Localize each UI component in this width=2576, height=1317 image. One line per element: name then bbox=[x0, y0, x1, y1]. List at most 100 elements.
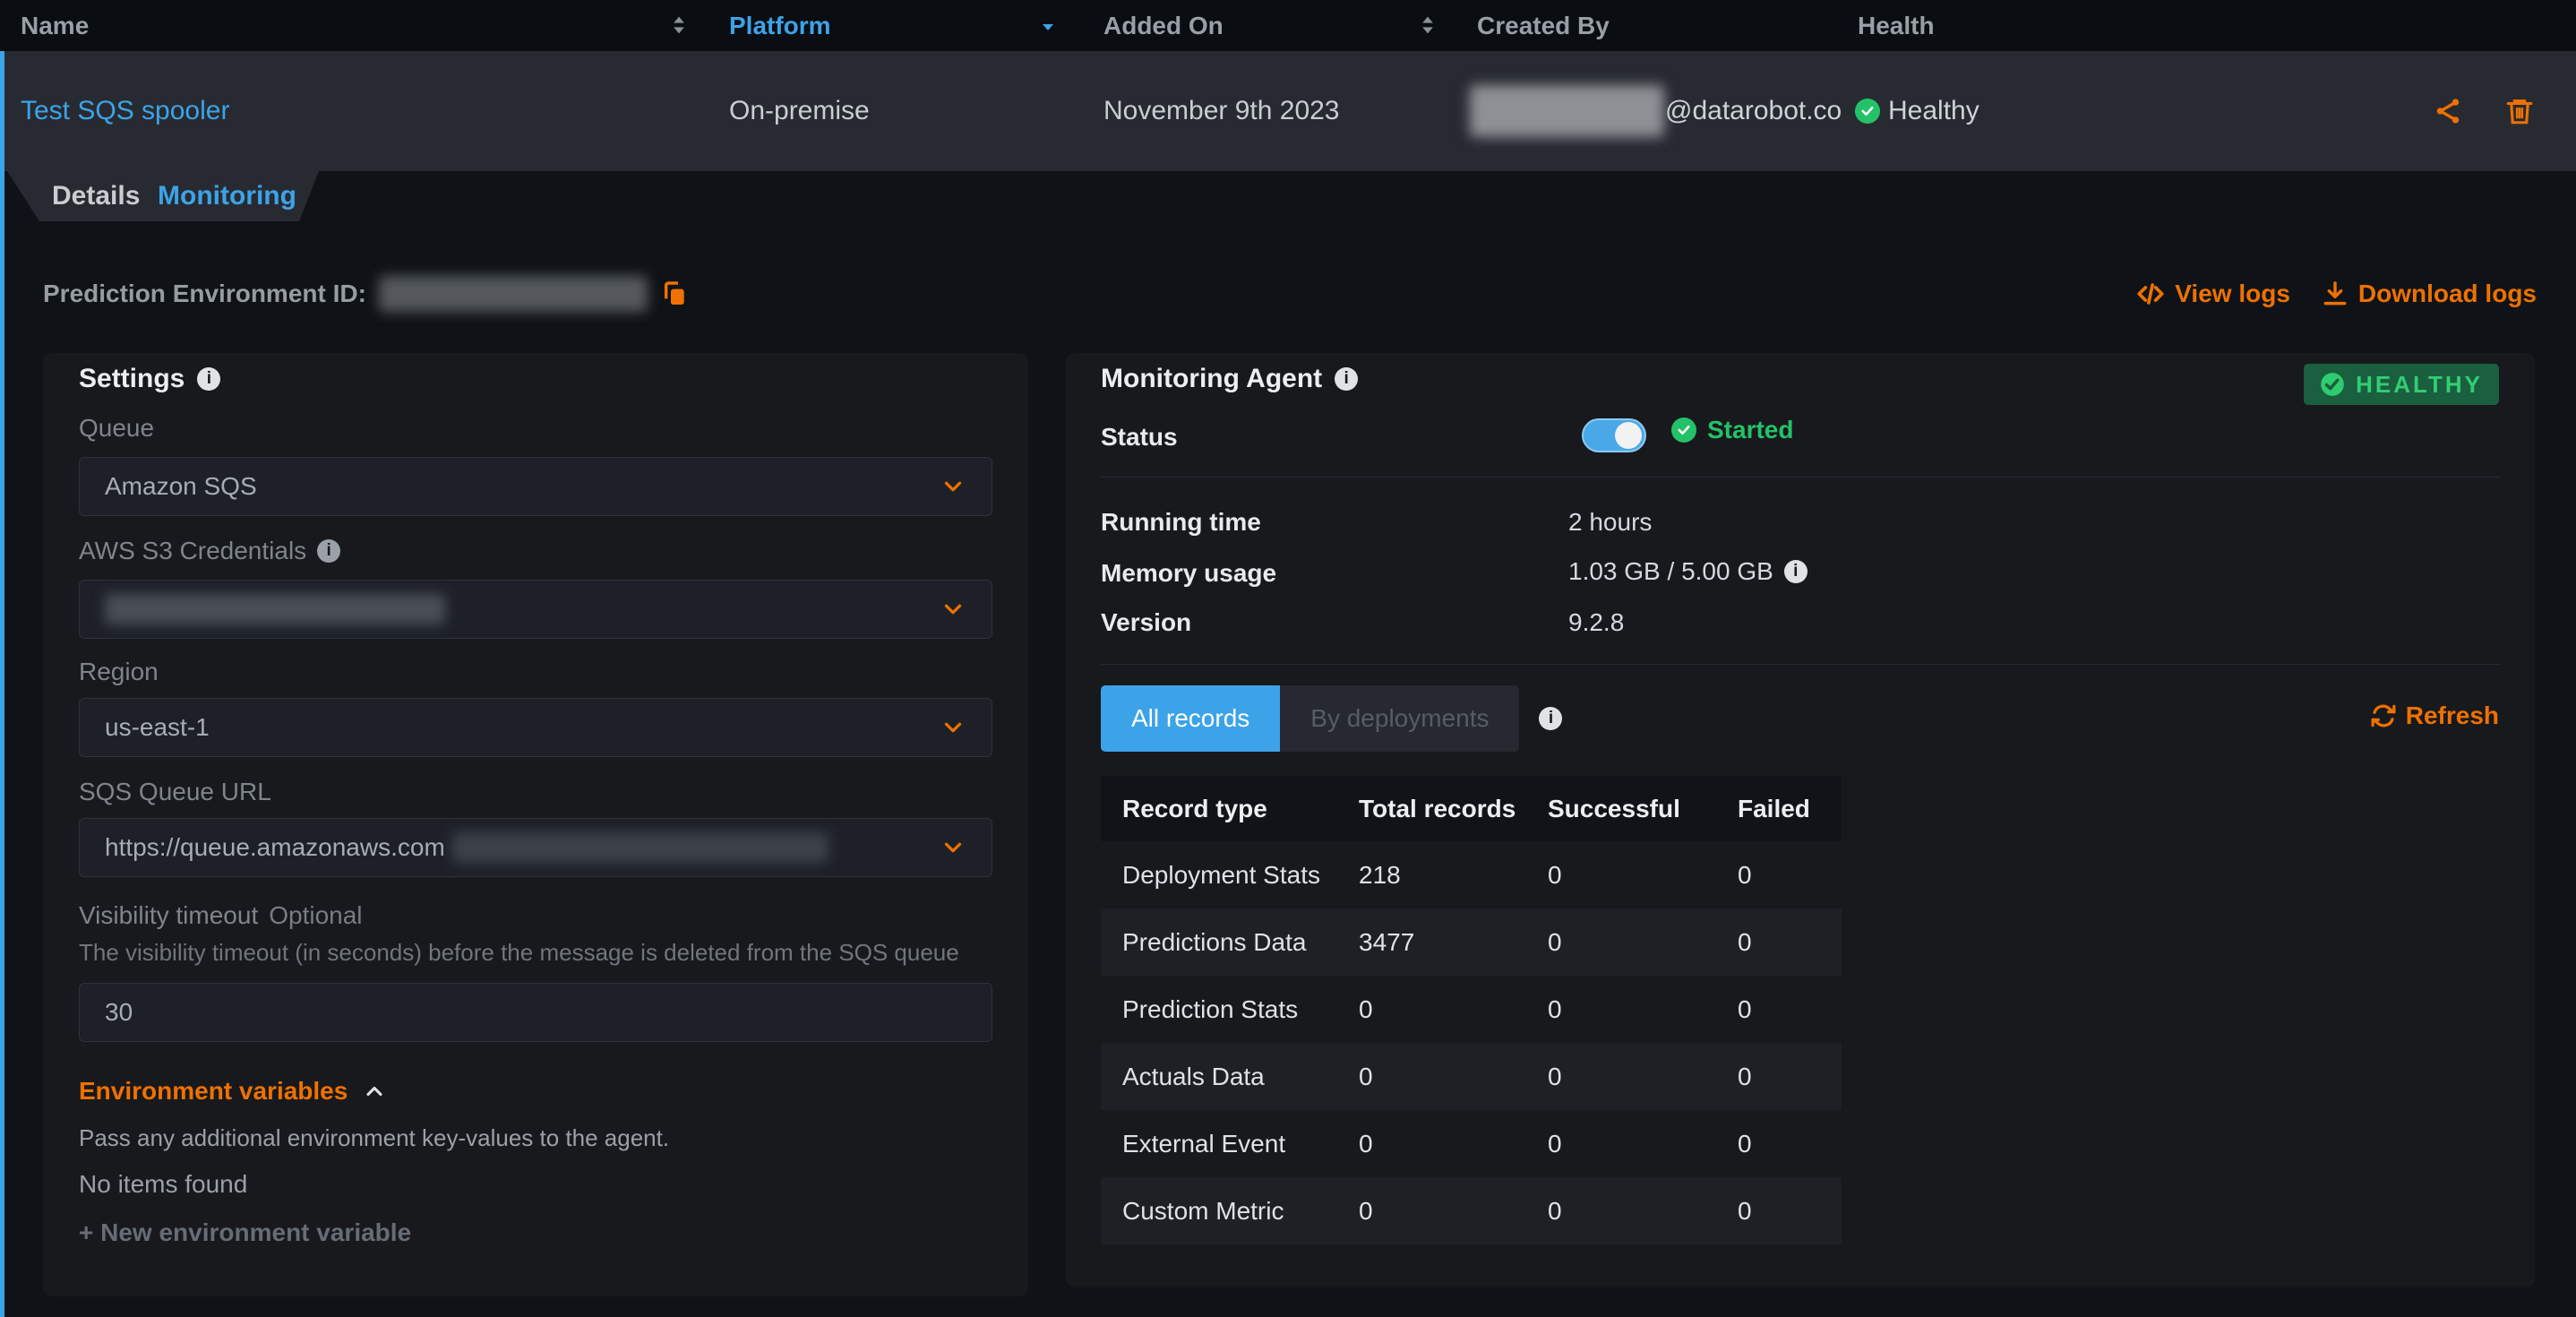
records-view-tabs: All records By deployments i bbox=[1101, 685, 1562, 752]
table-row: External Event 0 0 0 bbox=[1101, 1110, 1842, 1177]
column-platform-label: Platform bbox=[729, 12, 831, 40]
cell-successful: 0 bbox=[1548, 1063, 1738, 1091]
column-created-by-label: Created By bbox=[1477, 12, 1610, 40]
created-by-redacted-blob bbox=[1470, 85, 1664, 137]
divider bbox=[1101, 664, 2500, 665]
col-failed: Failed bbox=[1738, 795, 1842, 823]
download-logs-label: Download logs bbox=[2358, 280, 2537, 308]
optional-suffix: Optional bbox=[269, 901, 362, 930]
sqs-queue-url-label: SQS Queue URL bbox=[79, 778, 271, 806]
column-header-created-by: Created By bbox=[1477, 0, 1610, 51]
sort-direction-icon[interactable] bbox=[1037, 16, 1059, 38]
region-select[interactable]: us-east-1 bbox=[79, 698, 992, 757]
chevron-down-icon bbox=[940, 473, 966, 500]
monitoring-agent-panel: Monitoring Agent i HEALTHY Status Starte… bbox=[1066, 353, 2535, 1287]
cell-failed: 0 bbox=[1738, 1063, 1842, 1091]
sort-icon[interactable] bbox=[1415, 13, 1440, 38]
tab-details[interactable]: Details bbox=[52, 171, 140, 221]
memory-usage-label: Memory usage bbox=[1101, 559, 1276, 588]
download-icon bbox=[2321, 280, 2349, 308]
credentials-label: AWS S3 Credentials i bbox=[79, 537, 340, 565]
credentials-select[interactable] bbox=[79, 580, 992, 639]
info-icon[interactable]: i bbox=[1784, 560, 1807, 583]
trash-icon[interactable] bbox=[2504, 96, 2535, 126]
cell-failed: 0 bbox=[1738, 928, 1842, 957]
running-time-value: 2 hours bbox=[1568, 508, 1652, 537]
table-row: Custom Metric 0 0 0 bbox=[1101, 1177, 1842, 1244]
cell-record-type: Custom Metric bbox=[1122, 1197, 1359, 1226]
column-header-name[interactable]: Name bbox=[21, 0, 89, 51]
sqs-queue-url-select[interactable]: https://queue.amazonaws.com bbox=[79, 818, 992, 877]
check-circle-icon bbox=[2320, 372, 2345, 397]
chevron-down-icon bbox=[940, 596, 966, 623]
tab-all-records[interactable]: All records bbox=[1101, 685, 1280, 752]
refresh-icon bbox=[2370, 702, 2397, 729]
cell-record-type: External Event bbox=[1122, 1130, 1359, 1158]
sqs-queue-url-redacted-blob bbox=[452, 832, 829, 863]
divider bbox=[1101, 477, 2500, 478]
prediction-environment-row[interactable]: Test SQS spooler On-premise November 9th… bbox=[0, 51, 2576, 171]
environment-variables-toggle[interactable]: Environment variables bbox=[79, 1077, 387, 1106]
status-started: Started bbox=[1671, 416, 1793, 444]
visibility-timeout-label: Visibility timeout Optional bbox=[79, 901, 363, 930]
environment-variables-empty: No items found bbox=[79, 1170, 247, 1199]
cell-failed: 0 bbox=[1738, 995, 1842, 1024]
healthy-status-badge: HEALTHY bbox=[2304, 364, 2499, 405]
chevron-up-icon bbox=[362, 1079, 387, 1104]
records-table-header: Record type Total records Successful Fai… bbox=[1101, 776, 1842, 841]
agent-status-toggle[interactable] bbox=[1582, 418, 1646, 452]
chevron-down-icon bbox=[940, 834, 966, 861]
region-value: us-east-1 bbox=[105, 713, 210, 742]
status-label: Status bbox=[1101, 423, 1178, 452]
environment-name-link[interactable]: Test SQS spooler bbox=[21, 51, 229, 171]
detail-tabs: Details Monitoring bbox=[0, 171, 326, 221]
view-logs-button[interactable]: View logs bbox=[2135, 279, 2290, 309]
queue-select[interactable]: Amazon SQS bbox=[79, 457, 992, 516]
created-by-domain: @datarobot.co bbox=[1665, 51, 1842, 171]
memory-usage-text: 1.03 GB / 5.00 GB bbox=[1568, 557, 1773, 586]
cell-total: 0 bbox=[1359, 995, 1548, 1024]
share-icon[interactable] bbox=[2433, 96, 2463, 126]
copy-icon[interactable] bbox=[660, 280, 689, 308]
cell-successful: 0 bbox=[1548, 995, 1738, 1024]
info-icon[interactable]: i bbox=[197, 367, 220, 391]
cell-total: 0 bbox=[1359, 1197, 1548, 1226]
memory-usage-value: 1.03 GB / 5.00 GB i bbox=[1568, 557, 1807, 586]
selected-row-indicator bbox=[0, 51, 4, 1317]
sort-icon[interactable] bbox=[666, 13, 691, 38]
refresh-label: Refresh bbox=[2406, 702, 2499, 730]
col-successful: Successful bbox=[1548, 795, 1738, 823]
region-label: Region bbox=[79, 658, 159, 686]
healthy-badge-label: HEALTHY bbox=[2356, 371, 2483, 399]
tab-by-deployments[interactable]: By deployments bbox=[1280, 685, 1519, 752]
column-header-health: Health bbox=[1858, 0, 1935, 51]
cell-record-type: Prediction Stats bbox=[1122, 995, 1359, 1024]
chevron-down-icon bbox=[940, 714, 966, 741]
refresh-button[interactable]: Refresh bbox=[2370, 702, 2499, 730]
table-row: Predictions Data 3477 0 0 bbox=[1101, 908, 1842, 976]
info-icon[interactable]: i bbox=[1335, 367, 1358, 391]
cell-total: 3477 bbox=[1359, 928, 1548, 957]
monitoring-agent-title: Monitoring Agent bbox=[1101, 364, 1322, 394]
version-label: Version bbox=[1101, 608, 1191, 637]
records-table: Record type Total records Successful Fai… bbox=[1101, 776, 1842, 1244]
visibility-timeout-input[interactable] bbox=[79, 983, 992, 1042]
cell-record-type: Deployment Stats bbox=[1122, 861, 1359, 890]
col-record-type: Record type bbox=[1122, 795, 1359, 823]
column-header-platform[interactable]: Platform bbox=[729, 0, 831, 51]
info-icon[interactable]: i bbox=[1539, 707, 1562, 730]
platform-value: On-premise bbox=[729, 51, 870, 171]
info-icon[interactable]: i bbox=[317, 539, 340, 563]
settings-panel: Settings i Queue Amazon SQS AWS S3 Crede… bbox=[43, 353, 1028, 1296]
tab-monitoring[interactable]: Monitoring bbox=[158, 171, 296, 221]
list-header: Name Platform Added On Created By Health bbox=[0, 0, 2576, 51]
column-added-on-label: Added On bbox=[1103, 12, 1224, 40]
download-logs-button[interactable]: Download logs bbox=[2321, 280, 2537, 308]
running-time-label: Running time bbox=[1101, 508, 1261, 537]
cell-total: 218 bbox=[1359, 861, 1548, 890]
code-icon bbox=[2135, 279, 2166, 309]
column-header-added-on[interactable]: Added On bbox=[1103, 0, 1224, 51]
settings-title: Settings bbox=[79, 364, 185, 394]
new-environment-variable-button[interactable]: + New environment variable bbox=[79, 1218, 411, 1247]
credentials-label-text: AWS S3 Credentials bbox=[79, 537, 306, 565]
